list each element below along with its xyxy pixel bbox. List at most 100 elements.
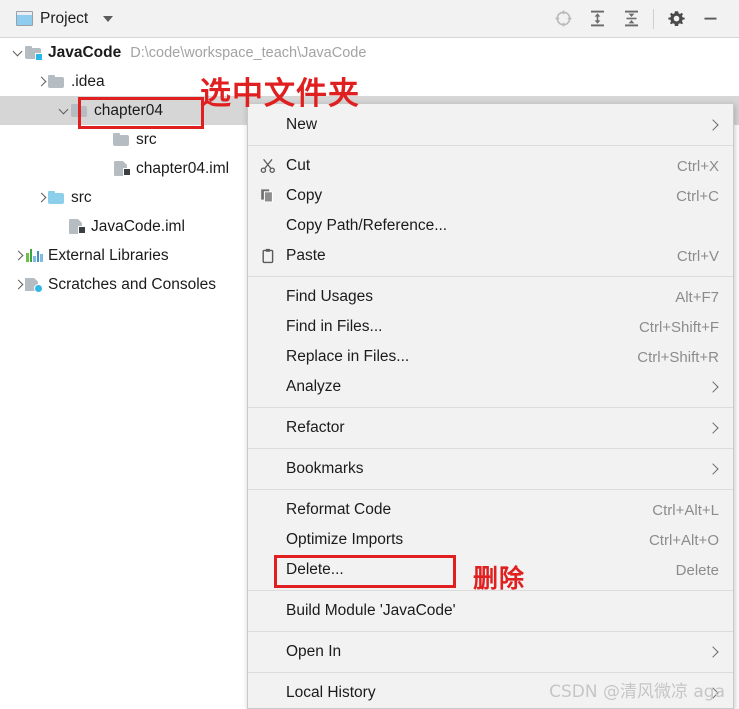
expand-all-icon[interactable] <box>580 4 614 34</box>
menu-item-copy[interactable]: Copy Ctrl+C <box>248 181 733 211</box>
chevron-down-icon[interactable] <box>103 15 114 22</box>
locate-icon[interactable] <box>546 4 580 34</box>
menu-item-shortcut: Ctrl+V <box>676 247 719 265</box>
tree-node-label: chapter04.iml <box>136 159 230 177</box>
menu-item-shortcut: Ctrl+Shift+F <box>638 318 719 336</box>
collapse-all-icon[interactable] <box>614 4 648 34</box>
hide-minimize-icon[interactable] <box>693 4 727 34</box>
menu-item-local-history[interactable]: Local History <box>248 678 733 708</box>
chevron-collapsed-icon[interactable] <box>12 249 25 262</box>
project-toolbar <box>546 0 727 37</box>
project-panel-header: Project <box>0 0 739 38</box>
menu-item-find-in-files[interactable]: Find in Files... Ctrl+Shift+F <box>248 312 733 342</box>
menu-item-label: Find in Files... <box>286 318 383 335</box>
menu-item-shortcut: Ctrl+X <box>676 157 719 175</box>
menu-item-delete[interactable]: Delete... Delete <box>248 555 733 585</box>
menu-item-label: New <box>286 116 318 133</box>
project-tab[interactable]: Project <box>16 0 114 37</box>
chevron-expanded-icon[interactable] <box>12 46 25 59</box>
menu-item-shortcut: Ctrl+Alt+L <box>652 501 719 519</box>
menu-item-label: Find Usages <box>286 288 374 305</box>
menu-item-label: Bookmarks <box>286 460 364 477</box>
menu-item-find-usages[interactable]: Find Usages Alt+F7 <box>248 282 733 312</box>
menu-item-replace-in-files[interactable]: Replace in Files... Ctrl+Shift+R <box>248 342 733 372</box>
project-tool-window: Project JavaCode D:\code\workspace_teach… <box>0 0 739 709</box>
tree-node-label: src <box>71 188 92 206</box>
tree-node-label: External Libraries <box>48 246 169 264</box>
clipboard-icon <box>257 248 279 264</box>
menu-separator <box>248 631 733 632</box>
menu-item-bookmarks[interactable]: Bookmarks <box>248 454 733 484</box>
menu-separator <box>248 590 733 591</box>
menu-separator <box>248 672 733 673</box>
menu-item-label: Delete... <box>286 561 344 578</box>
iml-file-icon <box>68 219 86 234</box>
tree-node-label: Scratches and Consoles <box>48 275 217 293</box>
menu-item-label: Replace in Files... <box>286 348 410 365</box>
menu-item-shortcut: Alt+F7 <box>675 288 719 306</box>
menu-item-shortcut: Delete <box>675 561 719 579</box>
menu-item-label: Open In <box>286 643 342 660</box>
copy-icon <box>257 188 279 204</box>
chevron-expanded-icon[interactable] <box>58 104 71 117</box>
project-tab-label: Project <box>40 9 89 27</box>
menu-item-shortcut: Ctrl+Alt+O <box>648 531 719 549</box>
menu-item-copy-path-reference[interactable]: Copy Path/Reference... <box>248 211 733 241</box>
menu-separator <box>248 276 733 277</box>
context-menu[interactable]: New Cut Ctrl+X Copy Ctrl+C Copy Path/Ref… <box>247 103 734 709</box>
menu-item-label: Copy <box>286 187 323 204</box>
chevron-collapsed-icon[interactable] <box>35 191 48 204</box>
menu-item-label: Analyze <box>286 378 342 395</box>
tree-node-label: chapter04 <box>94 101 163 119</box>
tree-node-label: JavaCode <box>48 43 122 61</box>
menu-item-optimize-imports[interactable]: Optimize Imports Ctrl+Alt+O <box>248 525 733 555</box>
menu-item-new[interactable]: New <box>248 110 733 140</box>
folder-icon <box>71 103 88 118</box>
menu-item-analyze[interactable]: Analyze <box>248 372 733 402</box>
iml-file-icon <box>113 161 131 176</box>
menu-item-shortcut: Ctrl+C <box>676 187 719 205</box>
module-folder-icon <box>25 45 43 61</box>
menu-item-label: Build Module 'JavaCode' <box>286 602 456 619</box>
menu-item-shortcut: Ctrl+Shift+R <box>637 348 719 366</box>
menu-item-reformat-code[interactable]: Reformat Code Ctrl+Alt+L <box>248 495 733 525</box>
submenu-arrow-icon <box>707 381 719 393</box>
menu-item-paste[interactable]: Paste Ctrl+V <box>248 241 733 271</box>
menu-item-label: Copy Path/Reference... <box>286 217 448 234</box>
tree-node-label: JavaCode.iml <box>91 217 185 235</box>
folder-icon <box>113 132 130 147</box>
submenu-arrow-icon <box>707 687 719 699</box>
scratches-icon <box>25 277 43 293</box>
source-folder-icon <box>48 190 65 205</box>
tree-node-label: src <box>136 130 157 148</box>
tree-node-path: D:\code\workspace_teach\JavaCode <box>130 44 367 61</box>
folder-icon <box>48 74 65 89</box>
settings-gear-icon[interactable] <box>659 4 693 34</box>
menu-item-label: Refactor <box>286 419 345 436</box>
tree-row[interactable]: JavaCode D:\code\workspace_teach\JavaCod… <box>0 38 739 67</box>
menu-item-label: Cut <box>286 157 311 174</box>
menu-separator <box>248 448 733 449</box>
submenu-arrow-icon <box>707 463 719 475</box>
project-window-icon <box>16 11 33 26</box>
menu-item-label: Paste <box>286 247 326 264</box>
external-libraries-icon <box>25 248 43 263</box>
menu-separator <box>248 407 733 408</box>
menu-item-cut[interactable]: Cut Ctrl+X <box>248 151 733 181</box>
menu-item-refactor[interactable]: Refactor <box>248 413 733 443</box>
submenu-arrow-icon <box>707 646 719 658</box>
chevron-collapsed-icon[interactable] <box>35 75 48 88</box>
tree-row[interactable]: .idea <box>0 67 739 96</box>
menu-item-label: Optimize Imports <box>286 531 404 548</box>
menu-item-label: Local History <box>286 684 376 701</box>
menu-item-build-module[interactable]: Build Module 'JavaCode' <box>248 596 733 626</box>
menu-separator <box>248 489 733 490</box>
submenu-arrow-icon <box>707 119 719 131</box>
chevron-collapsed-icon[interactable] <box>12 278 25 291</box>
menu-item-open-in[interactable]: Open In <box>248 637 733 667</box>
menu-separator <box>248 145 733 146</box>
scissors-icon <box>257 158 279 174</box>
